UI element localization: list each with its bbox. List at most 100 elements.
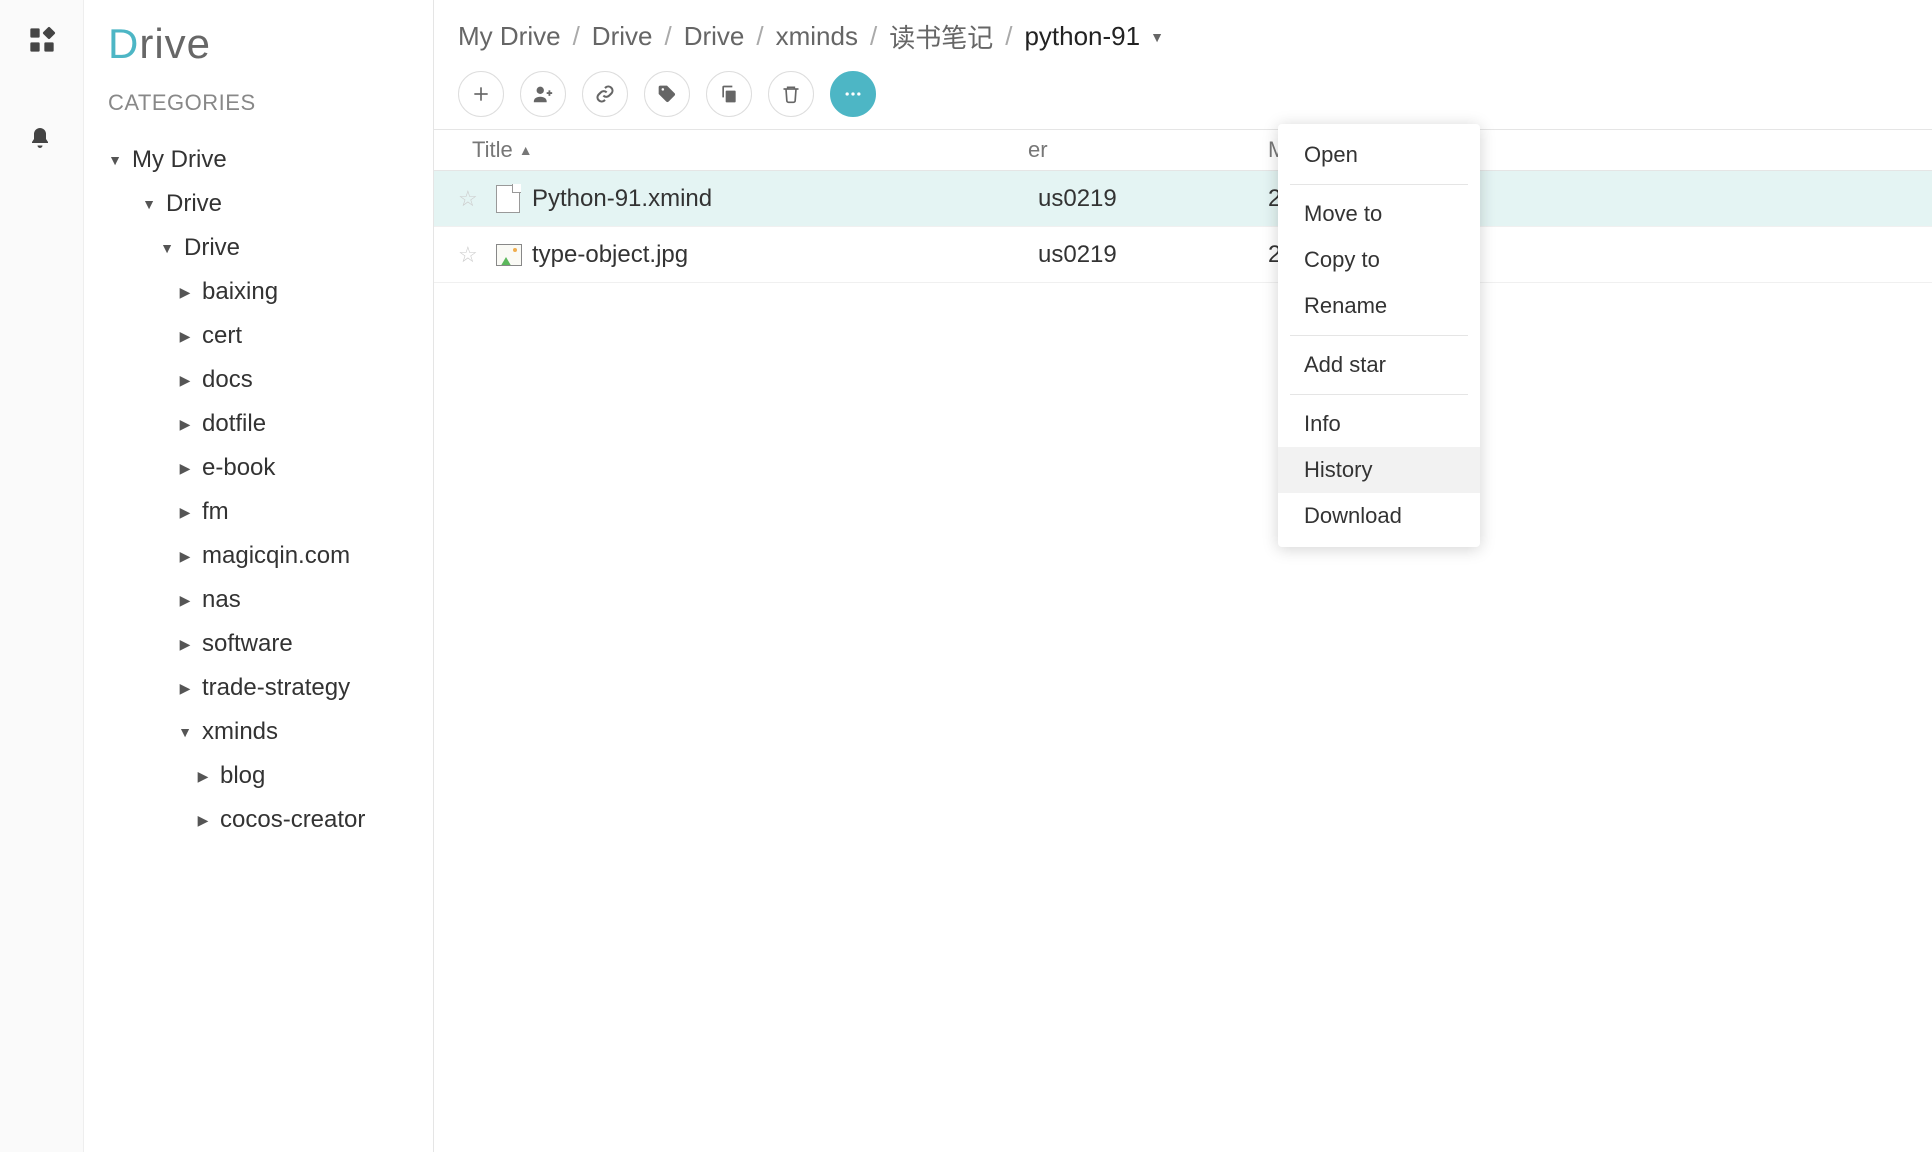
file-owner: us0219 (1028, 241, 1268, 269)
folder-tree: ▼My Drive▼Drive▼Drive▶baixing▶cert▶docs▶… (84, 138, 433, 1152)
tree-item-docs[interactable]: ▶ docs (106, 358, 433, 402)
chevron-right-icon[interactable]: ▶ (194, 768, 212, 785)
sidebar: Drive CATEGORIES ▼ My Drive ▼ Drive ▼ Drive ▶ b… (84, 0, 434, 1152)
chevron-right-icon[interactable]: ▶ (176, 372, 194, 389)
tree-item-cocos-creator[interactable]: ▶ cocos-creator (106, 798, 433, 842)
tree-item-my-drive[interactable]: ▼ My Drive (106, 138, 433, 182)
apps-icon[interactable] (28, 26, 56, 54)
breadcrumb-item[interactable]: xminds (776, 21, 858, 52)
table-header: Title ▲ er Modified time (434, 129, 1932, 171)
chevron-down-icon[interactable]: ▼ (176, 724, 194, 740)
chevron-right-icon[interactable]: ▶ (194, 812, 212, 829)
table-row[interactable]: ☆type-object.jpgus02192019-08-30 00 (434, 227, 1932, 283)
star-toggle[interactable]: ☆ (458, 186, 496, 212)
menu-item-move-to[interactable]: Move to (1278, 191, 1480, 237)
menu-item-rename[interactable]: Rename (1278, 283, 1480, 329)
left-rail (0, 0, 84, 1152)
chevron-right-icon[interactable]: ▶ (176, 504, 194, 521)
menu-divider (1290, 184, 1468, 185)
document-file-icon (496, 185, 532, 213)
tree-item-magicqin-com[interactable]: ▶ magicqin.com (106, 534, 433, 578)
tree-item-label: e-book (202, 454, 275, 482)
tree-item-dotfile[interactable]: ▶dotfile (106, 402, 433, 446)
column-title-label: Title (472, 137, 513, 163)
tree-item-baixing[interactable]: ▶ baixing (106, 270, 433, 314)
menu-divider (1290, 335, 1468, 336)
breadcrumb-item[interactable]: Drive (592, 21, 653, 52)
menu-item-download[interactable]: Download (1278, 493, 1480, 539)
tree-item-label: blog (220, 762, 265, 790)
breadcrumb-item[interactable]: Drive (684, 21, 745, 52)
tree-item-software[interactable]: ▶ software (106, 622, 433, 666)
menu-item-open[interactable]: Open (1278, 132, 1480, 178)
link-button[interactable] (582, 71, 628, 117)
chevron-down-icon[interactable]: ▼ (158, 240, 176, 256)
sort-ascending-icon: ▲ (519, 142, 533, 158)
breadcrumb-current-label: python-91 (1024, 21, 1140, 52)
breadcrumb-item[interactable]: 读书笔记 (889, 18, 993, 55)
tree-item-drive[interactable]: ▼ Drive (106, 182, 433, 226)
file-name: Python-91.xmind (532, 185, 1028, 213)
tree-item-label: nas (202, 586, 241, 614)
tree-item-label: fm (202, 498, 229, 526)
chevron-right-icon[interactable]: ▶ (176, 284, 194, 301)
star-toggle[interactable]: ☆ (458, 242, 496, 268)
tag-button[interactable] (644, 71, 690, 117)
logo-rest: rive (139, 20, 211, 67)
tree-item-label: baixing (202, 278, 278, 306)
tree-item-label: My Drive (132, 146, 227, 174)
add-button[interactable] (458, 71, 504, 117)
logo-letter: D (108, 20, 139, 67)
column-title[interactable]: Title ▲ (458, 137, 1028, 163)
tree-item-xminds[interactable]: ▼xminds (106, 710, 433, 754)
file-name: type-object.jpg (532, 241, 1028, 269)
tree-item-label: cert (202, 322, 242, 350)
share-user-button[interactable] (520, 71, 566, 117)
tree-item-label: cocos-creator (220, 806, 365, 834)
chevron-right-icon[interactable]: ▶ (176, 548, 194, 565)
breadcrumb: My Drive/Drive/Drive/xminds/读书笔记/python-… (434, 18, 1932, 55)
chevron-right-icon[interactable]: ▶ (176, 416, 194, 433)
delete-button[interactable] (768, 71, 814, 117)
menu-item-info[interactable]: Info (1278, 401, 1480, 447)
main-panel: My Drive/Drive/Drive/xminds/读书笔记/python-… (434, 0, 1932, 1152)
tree-item-blog[interactable]: ▶ blog (106, 754, 433, 798)
breadcrumb-item[interactable]: My Drive (458, 21, 561, 52)
bell-icon[interactable] (28, 126, 56, 154)
chevron-right-icon[interactable]: ▶ (176, 636, 194, 653)
menu-item-add-star[interactable]: Add star (1278, 342, 1480, 388)
table-row[interactable]: ☆Python-91.xmindus02192019-12-02 18 (434, 171, 1932, 227)
breadcrumb-current[interactable]: python-91 ▼ (1024, 21, 1164, 52)
menu-item-history[interactable]: History (1278, 447, 1480, 493)
tree-item-label: Drive (184, 234, 240, 262)
tree-item-e-book[interactable]: ▶ e-book (106, 446, 433, 490)
categories-heading: CATEGORIES (84, 90, 433, 116)
menu-item-copy-to[interactable]: Copy to (1278, 237, 1480, 283)
tree-item-cert[interactable]: ▶ cert (106, 314, 433, 358)
chevron-down-icon: ▼ (1150, 29, 1164, 45)
tree-item-label: Drive (166, 190, 222, 218)
breadcrumb-separator: / (573, 21, 580, 52)
tree-item-label: magicqin.com (202, 542, 350, 570)
tree-item-trade-strategy[interactable]: ▶trade-strategy (106, 666, 433, 710)
chevron-right-icon[interactable]: ▶ (176, 592, 194, 609)
breadcrumb-separator: / (1005, 21, 1012, 52)
tree-item-nas[interactable]: ▶ nas (106, 578, 433, 622)
copy-button[interactable] (706, 71, 752, 117)
tree-item-fm[interactable]: ▶ fm (106, 490, 433, 534)
table-body: ☆Python-91.xmindus02192019-12-02 18☆type… (434, 171, 1932, 283)
tree-item-label: docs (202, 366, 253, 394)
more-button[interactable] (830, 71, 876, 117)
tree-item-label: software (202, 630, 293, 658)
tree-item-drive[interactable]: ▼ Drive (106, 226, 433, 270)
chevron-down-icon[interactable]: ▼ (140, 196, 158, 212)
column-owner[interactable]: er (1028, 137, 1268, 163)
menu-divider (1290, 394, 1468, 395)
chevron-right-icon[interactable]: ▶ (176, 680, 194, 697)
breadcrumb-separator: / (870, 21, 877, 52)
chevron-right-icon[interactable]: ▶ (176, 460, 194, 477)
chevron-right-icon[interactable]: ▶ (176, 328, 194, 345)
chevron-down-icon[interactable]: ▼ (106, 152, 124, 168)
toolbar (434, 71, 1932, 117)
breadcrumb-separator: / (664, 21, 671, 52)
